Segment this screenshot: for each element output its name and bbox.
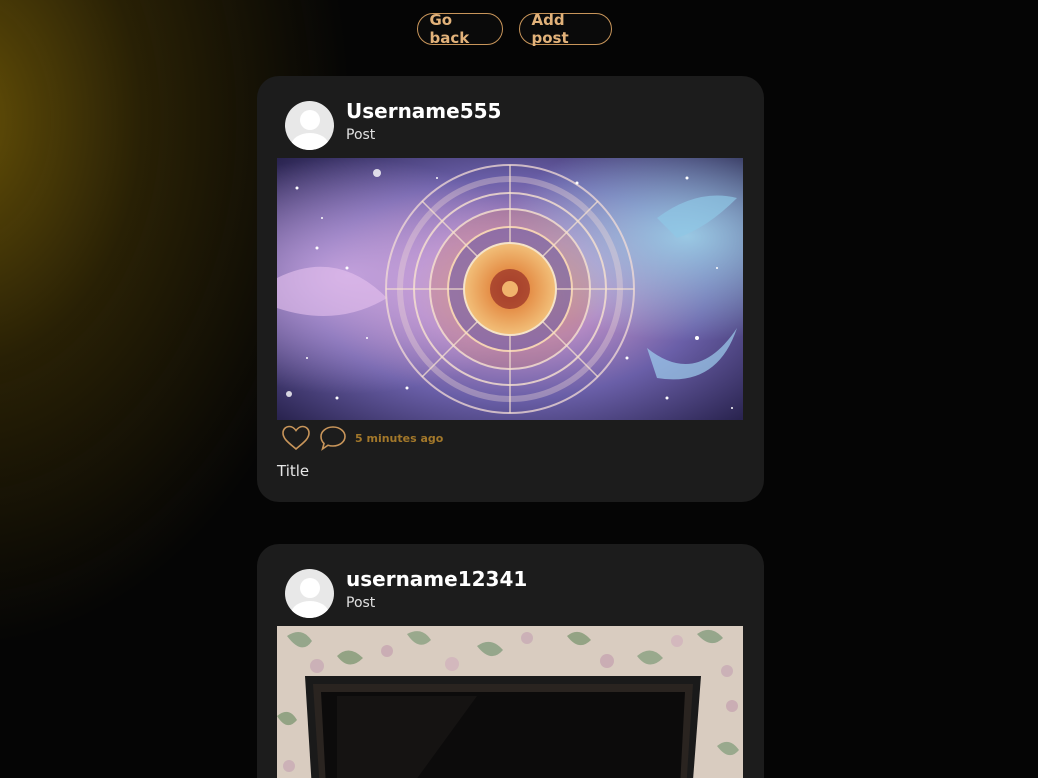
post-header: Username555 Post: [285, 99, 501, 150]
heart-icon[interactable]: [281, 424, 311, 452]
avatar[interactable]: [285, 569, 334, 618]
television-photo: [277, 626, 743, 778]
avatar[interactable]: [285, 101, 334, 150]
post-type-label: Post: [346, 127, 376, 143]
post-image[interactable]: [277, 626, 743, 778]
post-image[interactable]: [277, 158, 743, 420]
post-card: username12341 Post: [257, 544, 764, 778]
add-post-button[interactable]: Add post: [518, 11, 612, 47]
post-author-info: username12341 Post: [346, 567, 527, 611]
post-title: Title: [277, 462, 310, 480]
post-author-info: Username555 Post: [346, 99, 501, 143]
post-header: username12341 Post: [285, 567, 527, 618]
go-back-button[interactable]: Go back: [416, 11, 503, 47]
avatar-body-shape: [290, 601, 329, 618]
post-card: Username555 Post 5 minutes ago Title: [257, 76, 764, 502]
avatar-head-shape: [299, 578, 320, 598]
username[interactable]: username12341: [346, 567, 527, 591]
top-toolbar: Go back Add post: [0, 11, 1038, 47]
comment-icon[interactable]: [319, 424, 347, 452]
username[interactable]: Username555: [346, 99, 501, 123]
avatar-body-shape: [290, 133, 329, 150]
zodiac-wheel-image: [277, 158, 743, 420]
avatar-head-shape: [299, 110, 320, 130]
post-timestamp: 5 minutes ago: [355, 431, 444, 445]
post-type-label: Post: [346, 595, 376, 611]
post-actions: 5 minutes ago: [281, 424, 443, 452]
